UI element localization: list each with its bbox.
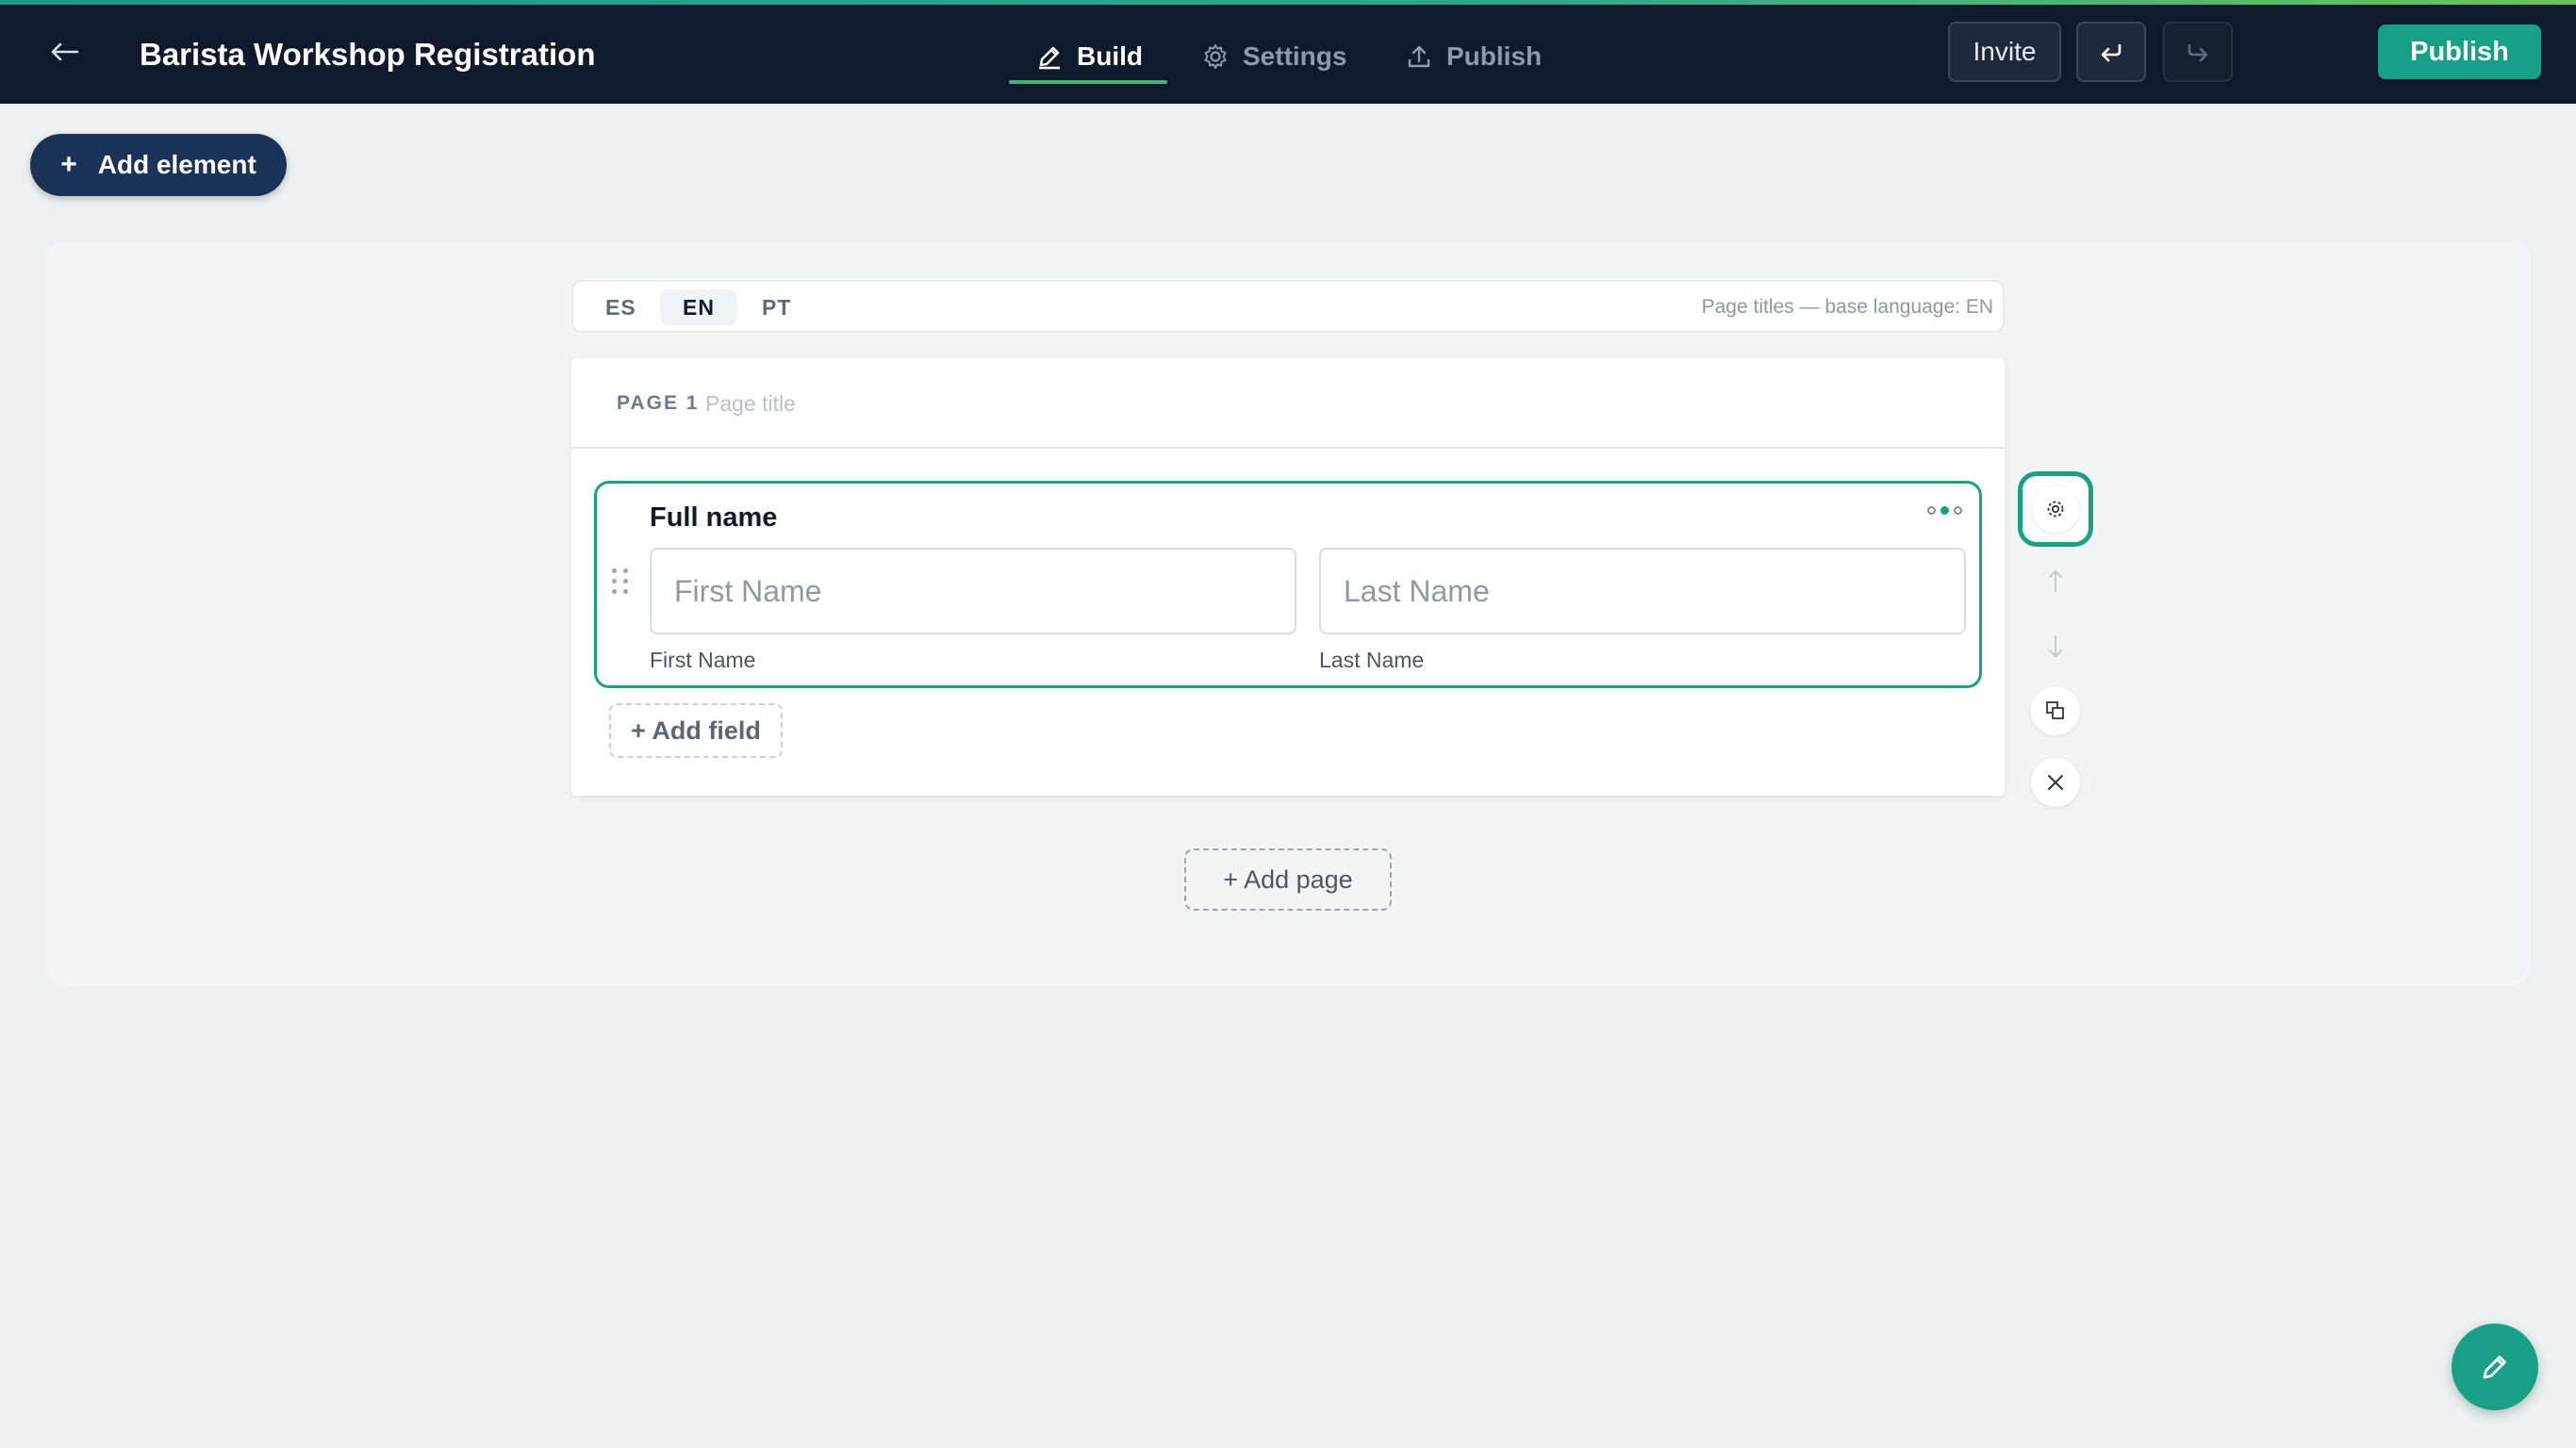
copy-icon bbox=[2046, 701, 2064, 719]
upload-icon bbox=[1408, 45, 1430, 68]
undo-button[interactable] bbox=[2076, 22, 2146, 82]
field-title: Full name bbox=[650, 502, 778, 533]
tab-settings-label: Settings bbox=[1243, 41, 1347, 71]
add-element-label: Add element bbox=[97, 150, 256, 179]
tab-publish[interactable]: Publish bbox=[1405, 27, 1542, 86]
language-tab-en[interactable]: EN bbox=[660, 289, 737, 325]
language-tab-pt[interactable]: PT bbox=[739, 289, 814, 325]
gear-icon bbox=[2047, 501, 2064, 518]
full-name-field-block[interactable]: Full name First Name Last Name bbox=[594, 481, 1982, 688]
redo-icon bbox=[2188, 43, 2208, 62]
page-card: PAGE 1 Full name First Name Last Name + … bbox=[571, 358, 2005, 796]
redo-button[interactable] bbox=[2163, 22, 2233, 82]
edit-fab-button[interactable] bbox=[2452, 1324, 2538, 1410]
move-up-button[interactable] bbox=[2031, 556, 2080, 605]
page-number-label: PAGE 1 bbox=[617, 392, 700, 414]
move-down-button[interactable] bbox=[2031, 622, 2080, 671]
drag-handle-icon[interactable] bbox=[612, 568, 631, 597]
tab-publish-label: Publish bbox=[1446, 41, 1543, 71]
more-options-icon[interactable] bbox=[1927, 506, 1962, 515]
close-icon bbox=[2048, 775, 2063, 790]
publish-button[interactable]: Publish bbox=[2378, 25, 2541, 79]
delete-button[interactable] bbox=[2031, 758, 2080, 807]
arrow-left-icon bbox=[51, 42, 79, 61]
arrow-up-icon bbox=[2049, 570, 2062, 592]
last-name-sublabel: Last Name bbox=[1319, 648, 1425, 672]
add-field-button[interactable]: + Add field bbox=[609, 703, 783, 758]
tab-build[interactable]: Build bbox=[1035, 27, 1143, 86]
page-header: PAGE 1 bbox=[571, 358, 2005, 449]
field-settings-button[interactable] bbox=[2018, 471, 2093, 547]
duplicate-button[interactable] bbox=[2031, 686, 2080, 735]
page-title-input[interactable] bbox=[705, 383, 1177, 424]
first-name-sublabel: First Name bbox=[650, 648, 756, 672]
language-tab-es[interactable]: ES bbox=[583, 289, 659, 325]
language-switcher: ES EN PT Page titles — base language: EN bbox=[571, 280, 2005, 333]
active-tab-indicator bbox=[1009, 80, 1167, 84]
pencil-icon bbox=[2483, 1356, 2506, 1379]
add-element-button[interactable]: + Add element bbox=[30, 134, 287, 196]
gear-icon bbox=[1204, 44, 1227, 69]
first-name-input[interactable] bbox=[650, 548, 1296, 634]
top-bar: Barista Workshop Registration Build Sett… bbox=[0, 5, 2576, 104]
back-button[interactable] bbox=[43, 33, 85, 74]
pencil-icon bbox=[1039, 46, 1060, 70]
add-page-button[interactable]: + Add page bbox=[1184, 848, 1392, 911]
invite-button[interactable]: Invite bbox=[1948, 22, 2061, 82]
last-name-input[interactable] bbox=[1319, 548, 1966, 634]
arrow-down-icon bbox=[2049, 635, 2062, 657]
undo-icon bbox=[2101, 43, 2122, 62]
language-note: Page titles — base language: EN bbox=[1701, 296, 1993, 318]
plus-icon: + bbox=[60, 149, 77, 180]
tab-settings[interactable]: Settings bbox=[1201, 27, 1346, 86]
tab-build-label: Build bbox=[1077, 41, 1143, 71]
form-title: Barista Workshop Registration bbox=[140, 37, 596, 72]
